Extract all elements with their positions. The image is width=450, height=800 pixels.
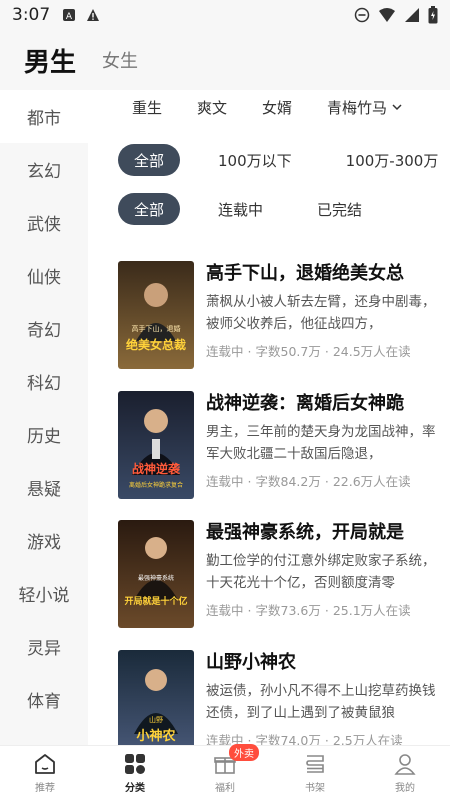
book-readers: 22.6万人在读 (332, 474, 411, 489)
nav-bookshelf-label: 书架 (305, 783, 325, 794)
svg-text:战神逆袭: 战神逆袭 (132, 461, 181, 476)
gender-tabs: 男生 女生 (0, 30, 450, 90)
book-description: 被运债，孙小凡不得不上山挖草药换钱还债，到了山上遇到了被黄鼠狼 (206, 683, 436, 721)
book-readers: 24.5万人在读 (332, 344, 411, 359)
battery-icon (428, 6, 438, 24)
signal-icon (405, 8, 419, 22)
book-item[interactable]: 山野 小神农 山野小神农 被运债，孙小凡不得不上山挖草药换钱还债，到了山上遇到了… (118, 650, 450, 745)
cover-art: 最强神豪系统 开局就是十个亿 (124, 537, 188, 607)
subcategory-chongsheng[interactable]: 重生 (132, 97, 162, 118)
svg-text:绝美女总裁: 绝美女总裁 (126, 337, 186, 352)
app-notification-icon: A (63, 9, 76, 22)
filter-words-under-1m[interactable]: 100万以下 (202, 144, 308, 176)
svg-text:最强神豪系统: 最强神豪系统 (138, 574, 174, 582)
book-status: 连载中 (206, 474, 244, 489)
book-cover[interactable]: 最强神豪系统 开局就是十个亿 (118, 520, 194, 628)
book-word-count: 字数74.0万 (255, 733, 321, 745)
main-content: 重生 爽文 女婿 青梅竹马 全部 100万以下 100万-300万 全部 连载中… (88, 90, 450, 745)
svg-text:离婚后女神跪求复合: 离婚后女神跪求复合 (129, 481, 183, 489)
book-meta: 连载中 · 字数50.7万 · 24.5万人在读 (206, 344, 411, 359)
sidebar-item-wuxia[interactable]: 武侠 (0, 196, 88, 249)
dnd-icon (354, 7, 370, 23)
cover-art: 战神逆袭 离婚后女神跪求复合 (129, 409, 183, 489)
book-meta: 连载中 · 字数84.2万 · 22.6万人在读 (206, 474, 411, 489)
book-cover[interactable]: 高手下山，退婚 绝美女总裁 (118, 261, 194, 369)
nav-bookshelf[interactable]: 书架 (270, 746, 360, 800)
book-item[interactable]: 战神逆袭 离婚后女神跪求复合 战神逆袭：离婚后女神跪 男主，三年前的楚天身为龙国… (118, 391, 450, 501)
book-title[interactable]: 山野小神农 (206, 650, 438, 676)
nav-recommend[interactable]: 推荐 (0, 746, 90, 800)
filter-status-all[interactable]: 全部 (118, 193, 181, 225)
book-word-count: 字数84.2万 (255, 474, 321, 489)
sidebar-item-kehuan[interactable]: 科幻 (0, 355, 88, 408)
filter-words-1m-3m[interactable]: 100万-300万 (330, 144, 450, 176)
subcategory-row: 重生 爽文 女婿 青梅竹马 (88, 90, 450, 124)
profile-icon (394, 754, 416, 775)
category-sidebar[interactable]: 都市 玄幻 武侠 仙侠 奇幻 科幻 历史 悬疑 游戏 轻小说 灵异 体育 (0, 90, 88, 745)
book-word-count: 字数73.6万 (255, 603, 321, 618)
bookshelf-icon (306, 755, 324, 773)
tab-female[interactable]: 女生 (102, 47, 138, 73)
book-readers: 25.1万人在读 (332, 603, 411, 618)
subcategory-shuangwen[interactable]: 爽文 (197, 97, 227, 118)
sidebar-item-lingyi[interactable]: 灵异 (0, 620, 88, 673)
status-time: 3:07 (12, 5, 51, 25)
book-description: 萧枫从小被人斩去左臂，还身中剧毒，被师父收养后，他征战四方， (206, 294, 436, 332)
book-meta: 连载中 · 字数73.6万 · 25.1万人在读 (206, 603, 411, 618)
filter-words-all[interactable]: 全部 (118, 144, 181, 176)
svg-text:山野: 山野 (149, 715, 163, 724)
book-title[interactable]: 战神逆袭：离婚后女神跪 (206, 391, 438, 417)
sidebar-item-qingxiaoshuo[interactable]: 轻小说 (0, 567, 88, 620)
warning-icon (87, 9, 100, 21)
svg-text:高手下山，退婚: 高手下山，退婚 (132, 324, 181, 333)
nav-category-label: 分类 (125, 783, 145, 794)
cover-art: 山野 小神农 (134, 669, 178, 744)
subcategory-nvxu[interactable]: 女婿 (262, 97, 292, 118)
status-filter: 全部 连载中 已完结 (118, 193, 400, 225)
book-word-count: 字数50.7万 (255, 344, 321, 359)
book-item[interactable]: 最强神豪系统 开局就是十个亿 最强神豪系统，开局就是 勤工俭学的付江意外绑定败家… (118, 520, 450, 630)
book-cover[interactable]: 山野 小神农 (118, 650, 194, 745)
nav-mine[interactable]: 我的 (360, 746, 450, 800)
nav-welfare-label: 福利 (215, 783, 235, 794)
home-icon (35, 754, 55, 774)
tab-male[interactable]: 男生 (24, 42, 76, 79)
sidebar-item-lishi[interactable]: 历史 (0, 408, 88, 461)
book-description: 勤工俭学的付江意外绑定败家子系统，十天花光十个亿，否则额度清零 (206, 553, 436, 591)
wifi-icon (379, 8, 395, 22)
book-status: 连载中 (206, 344, 244, 359)
cover-art: 高手下山，退婚 绝美女总裁 (126, 283, 186, 352)
sidebar-item-tiyu[interactable]: 体育 (0, 673, 88, 726)
word-count-filter: 全部 100万以下 100万-300万 (118, 144, 450, 176)
svg-text:开局就是十个亿: 开局就是十个亿 (124, 595, 187, 607)
welfare-badge: 外卖 (229, 744, 259, 761)
sidebar-item-xuanhuan[interactable]: 玄幻 (0, 143, 88, 196)
status-bar: 3:07 A (0, 0, 450, 30)
svg-text:小神农: 小神农 (136, 728, 175, 744)
nav-category[interactable]: 分类 (90, 746, 180, 800)
filter-status-completed[interactable]: 已完结 (301, 193, 378, 225)
sidebar-item-dushi[interactable]: 都市 (0, 90, 88, 143)
book-title[interactable]: 最强神豪系统，开局就是 (206, 520, 438, 546)
book-description: 男主，三年前的楚天身为龙国战神，率军大败北疆二十敌国后隐退， (206, 424, 436, 462)
sidebar-item-youxi[interactable]: 游戏 (0, 514, 88, 567)
book-meta: 连载中 · 字数74.0万 · 2.5万人在读 (206, 730, 438, 745)
sidebar-item-xianxia[interactable]: 仙侠 (0, 249, 88, 302)
nav-recommend-label: 推荐 (35, 783, 55, 794)
category-icon (125, 754, 145, 774)
book-cover[interactable]: 战神逆袭 离婚后女神跪求复合 (118, 391, 194, 499)
chevron-down-icon[interactable] (391, 101, 403, 113)
filter-status-ongoing[interactable]: 连载中 (202, 193, 279, 225)
book-item[interactable]: 高手下山，退婚 绝美女总裁 高手下山，退婚绝美女总 萧枫从小被人斩去左臂，还身中… (118, 261, 450, 371)
book-title[interactable]: 高手下山，退婚绝美女总 (206, 261, 438, 287)
subcategory-qingmeizhuma[interactable]: 青梅竹马 (327, 97, 387, 118)
book-status: 连载中 (206, 603, 244, 618)
bottom-nav: 推荐 分类 外卖 福利 书架 我的 (0, 744, 450, 800)
nav-mine-label: 我的 (395, 783, 415, 794)
sidebar-item-qihuan[interactable]: 奇幻 (0, 302, 88, 355)
book-readers: 2.5万人在读 (332, 733, 403, 745)
sidebar-item-xuanyi[interactable]: 悬疑 (0, 461, 88, 514)
nav-welfare[interactable]: 外卖 福利 (180, 744, 270, 800)
svg-text:A: A (66, 12, 73, 22)
